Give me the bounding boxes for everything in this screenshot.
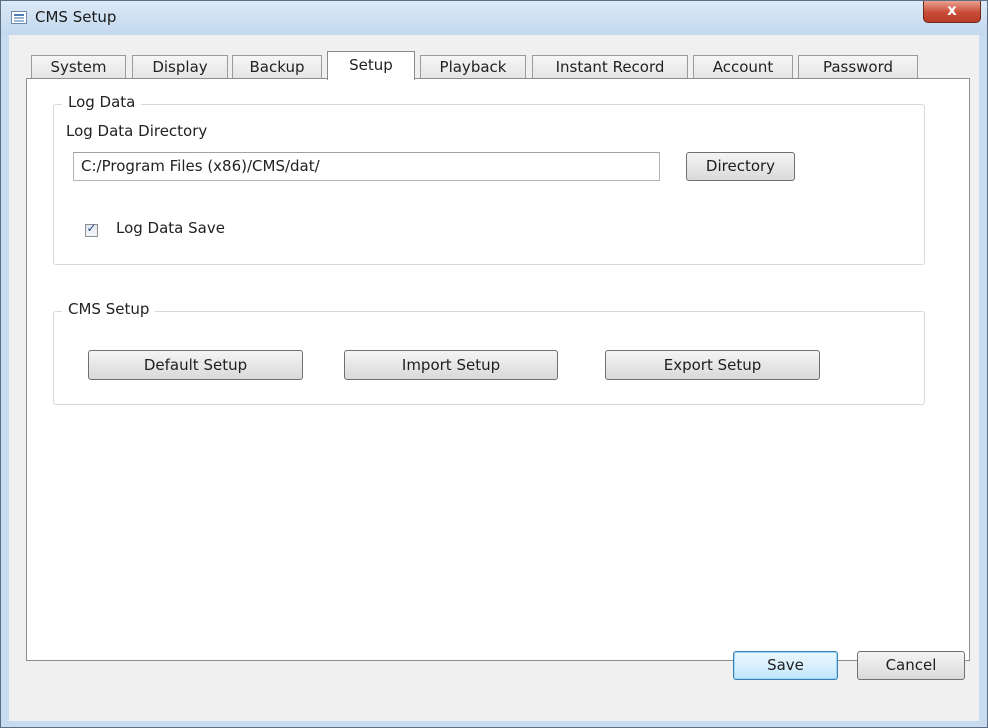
log-data-save-label: Log Data Save [116,219,225,237]
dialog-client-area: System Display Backup Setup Playback Ins… [9,35,979,721]
setup-tab-panel: Log Data Log Data Directory C:/Program F… [26,78,970,661]
cancel-button[interactable]: Cancel [857,651,965,680]
import-setup-button[interactable]: Import Setup [344,350,558,380]
settings-window-icon [11,11,27,24]
export-setup-button[interactable]: Export Setup [605,350,820,380]
log-data-directory-label: Log Data Directory [66,122,208,140]
cms-setup-group: CMS Setup Default Setup Import Setup Exp… [53,300,925,405]
close-button[interactable]: x [923,1,981,23]
cms-setup-group-label: CMS Setup [62,300,156,318]
log-data-save-checkbox[interactable]: ✓ [85,221,98,237]
log-data-directory-field[interactable]: C:/Program Files (x86)/CMS/dat/ [73,152,660,181]
log-data-group-label: Log Data [62,93,142,111]
cms-setup-window: CMS Setup x System Display Backup Setup … [0,0,988,728]
directory-button[interactable]: Directory [686,152,795,181]
tab-display[interactable]: Display [132,55,228,79]
tab-instant-record[interactable]: Instant Record [532,55,688,79]
tab-playback[interactable]: Playback [420,55,526,79]
window-title: CMS Setup [35,8,117,26]
title-bar[interactable]: CMS Setup x [1,1,987,35]
default-setup-button[interactable]: Default Setup [88,350,303,380]
tab-backup[interactable]: Backup [232,55,322,79]
tab-setup[interactable]: Setup [327,51,415,80]
save-button[interactable]: Save [733,651,838,680]
checkmark-icon: ✓ [86,221,97,235]
tab-account[interactable]: Account [693,55,793,79]
log-data-group: Log Data Log Data Directory C:/Program F… [53,93,925,265]
tab-system[interactable]: System [31,55,126,79]
close-icon: x [947,1,957,19]
tab-password[interactable]: Password [798,55,918,79]
